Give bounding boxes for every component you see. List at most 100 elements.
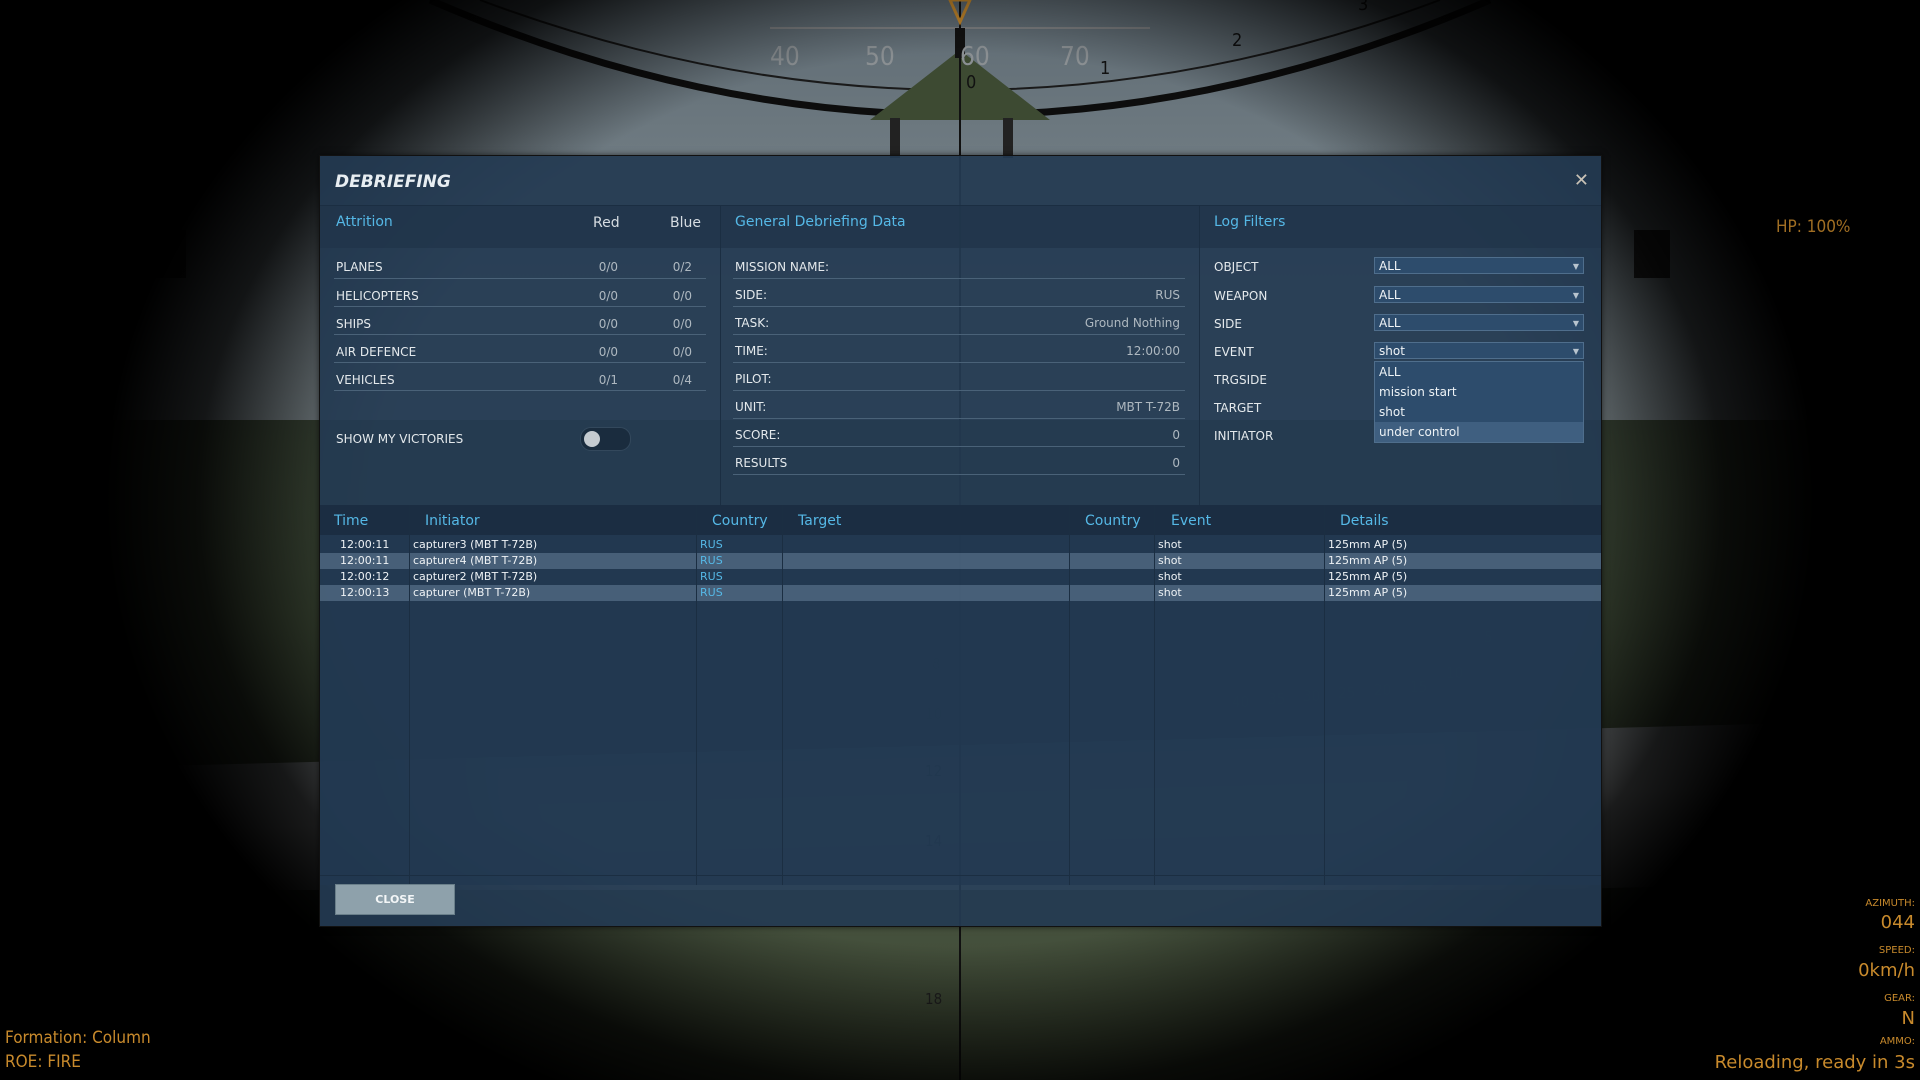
row-divider bbox=[733, 278, 1185, 279]
log-column-divider bbox=[1069, 505, 1070, 885]
log-details: 125mm AP (5) bbox=[1328, 554, 1408, 567]
attrition-label: SHIPS bbox=[336, 317, 372, 331]
row-divider bbox=[733, 334, 1185, 335]
event-dropdown-list: ALL mission start shot under control bbox=[1374, 361, 1584, 443]
filter-label: EVENT bbox=[1214, 345, 1254, 359]
log-time: 12:00:11 bbox=[340, 554, 390, 567]
attrition-blue-value: 0/0 bbox=[672, 317, 692, 331]
attrition-label: PLANES bbox=[336, 260, 383, 274]
log-column-divider bbox=[409, 505, 410, 885]
log-details: 125mm AP (5) bbox=[1328, 586, 1408, 599]
log-country: RUS bbox=[700, 570, 723, 583]
general-label: SIDE: bbox=[735, 288, 768, 302]
log-time: 12:00:12 bbox=[340, 570, 390, 583]
show-victories-toggle[interactable] bbox=[580, 427, 631, 451]
log-details: 125mm AP (5) bbox=[1328, 570, 1408, 583]
select-value: ALL bbox=[1379, 316, 1401, 330]
general-label: TIME: bbox=[735, 344, 768, 358]
log-row[interactable]: 12:00:12 capturer2 (MBT T-72B) RUS shot … bbox=[320, 569, 1601, 585]
log-column-divider bbox=[782, 505, 783, 885]
gear-label: GEAR: bbox=[1884, 993, 1915, 1004]
attrition-blue-value: 0/2 bbox=[672, 260, 692, 274]
object-filter-select[interactable]: ALL ▼ bbox=[1374, 257, 1584, 274]
log-col-details[interactable]: Details bbox=[1340, 513, 1389, 529]
chevron-down-icon: ▼ bbox=[1572, 291, 1579, 300]
chevron-down-icon: ▼ bbox=[1572, 347, 1579, 356]
attrition-blue-value: 0/4 bbox=[672, 373, 692, 387]
speed-label: SPEED: bbox=[1878, 945, 1915, 956]
general-value: 0 bbox=[1172, 456, 1180, 470]
attrition-red-value: 0/1 bbox=[598, 373, 618, 387]
log-row[interactable]: 12:00:13 capturer (MBT T-72B) RUS shot 1… bbox=[320, 585, 1601, 601]
formation-readout: Formation: Column bbox=[5, 1028, 151, 1048]
filter-label: OBJECT bbox=[1214, 260, 1259, 274]
log-col-target-country[interactable]: Country bbox=[1085, 513, 1141, 529]
log-col-target[interactable]: Target bbox=[798, 513, 841, 529]
log-col-time[interactable]: Time bbox=[334, 513, 368, 529]
column-divider bbox=[720, 206, 721, 506]
attrition-label: VEHICLES bbox=[336, 373, 395, 387]
log-event: shot bbox=[1158, 554, 1182, 567]
event-filter-select[interactable]: shot ▼ bbox=[1374, 342, 1584, 359]
log-column-divider bbox=[1154, 505, 1155, 885]
chevron-down-icon: ▼ bbox=[1572, 262, 1579, 271]
attrition-heading: Attrition bbox=[336, 214, 393, 230]
attrition-red-value: 0/0 bbox=[598, 260, 618, 274]
log-event: shot bbox=[1158, 538, 1182, 551]
chevron-down-icon: ▼ bbox=[1572, 319, 1579, 328]
log-col-country[interactable]: Country bbox=[712, 513, 768, 529]
attrition-blue-value: 0/0 bbox=[672, 289, 692, 303]
log-col-event[interactable]: Event bbox=[1171, 513, 1211, 529]
dialog-title: DEBRIEFING bbox=[335, 172, 451, 192]
log-country: RUS bbox=[700, 554, 723, 567]
toggle-knob bbox=[584, 431, 600, 447]
event-option[interactable]: ALL bbox=[1375, 362, 1583, 382]
column-divider bbox=[1199, 206, 1200, 506]
row-divider bbox=[733, 418, 1185, 419]
attrition-red-value: 0/0 bbox=[598, 317, 618, 331]
log-header-bg bbox=[320, 505, 1601, 535]
event-option-highlighted[interactable]: under control bbox=[1375, 422, 1583, 442]
general-label: SCORE: bbox=[735, 428, 781, 442]
general-label: UNIT: bbox=[735, 400, 767, 414]
azimuth-value: 044 bbox=[1880, 912, 1915, 933]
attrition-blue-value: 0/0 bbox=[672, 345, 692, 359]
log-country: RUS bbox=[700, 538, 723, 551]
event-option[interactable]: shot bbox=[1375, 402, 1583, 422]
log-details: 125mm AP (5) bbox=[1328, 538, 1408, 551]
log-initiator: capturer (MBT T-72B) bbox=[413, 586, 531, 599]
log-country: RUS bbox=[700, 586, 723, 599]
general-value: MBT T-72B bbox=[1116, 400, 1180, 414]
log-time: 12:00:13 bbox=[340, 586, 390, 599]
log-time: 12:00:11 bbox=[340, 538, 390, 551]
side-filter-select[interactable]: ALL ▼ bbox=[1374, 314, 1584, 331]
log-row[interactable]: 12:00:11 capturer4 (MBT T-72B) RUS shot … bbox=[320, 553, 1601, 569]
log-col-initiator[interactable]: Initiator bbox=[425, 513, 480, 529]
log-column-divider bbox=[1324, 505, 1325, 885]
gear-value: N bbox=[1901, 1008, 1915, 1029]
filter-label: TARGET bbox=[1214, 401, 1262, 415]
event-option[interactable]: mission start bbox=[1375, 382, 1583, 402]
general-label: RESULTS bbox=[735, 456, 788, 470]
log-row[interactable]: 12:00:11 capturer3 (MBT T-72B) RUS shot … bbox=[320, 537, 1601, 553]
log-event: shot bbox=[1158, 586, 1182, 599]
row-divider bbox=[733, 306, 1185, 307]
log-initiator: capturer3 (MBT T-72B) bbox=[413, 538, 538, 551]
filter-label: SIDE bbox=[1214, 317, 1242, 331]
log-event: shot bbox=[1158, 570, 1182, 583]
log-initiator: capturer2 (MBT T-72B) bbox=[413, 570, 538, 583]
general-label: MISSION NAME: bbox=[735, 260, 830, 274]
general-value: RUS bbox=[1155, 288, 1180, 302]
filter-label: WEAPON bbox=[1214, 289, 1268, 303]
close-icon[interactable]: ✕ bbox=[1574, 170, 1589, 191]
attrition-red-header: Red bbox=[593, 215, 620, 231]
row-divider bbox=[334, 390, 706, 391]
roe-readout: ROE: FIRE bbox=[5, 1052, 81, 1072]
close-button[interactable]: CLOSE bbox=[335, 884, 455, 915]
general-label: PILOT: bbox=[735, 372, 772, 386]
general-value: 12:00:00 bbox=[1126, 344, 1180, 358]
weapon-filter-select[interactable]: ALL ▼ bbox=[1374, 286, 1584, 303]
general-heading: General Debriefing Data bbox=[735, 214, 906, 230]
attrition-label: AIR DEFENCE bbox=[336, 345, 417, 359]
speed-value: 0km/h bbox=[1858, 960, 1915, 981]
